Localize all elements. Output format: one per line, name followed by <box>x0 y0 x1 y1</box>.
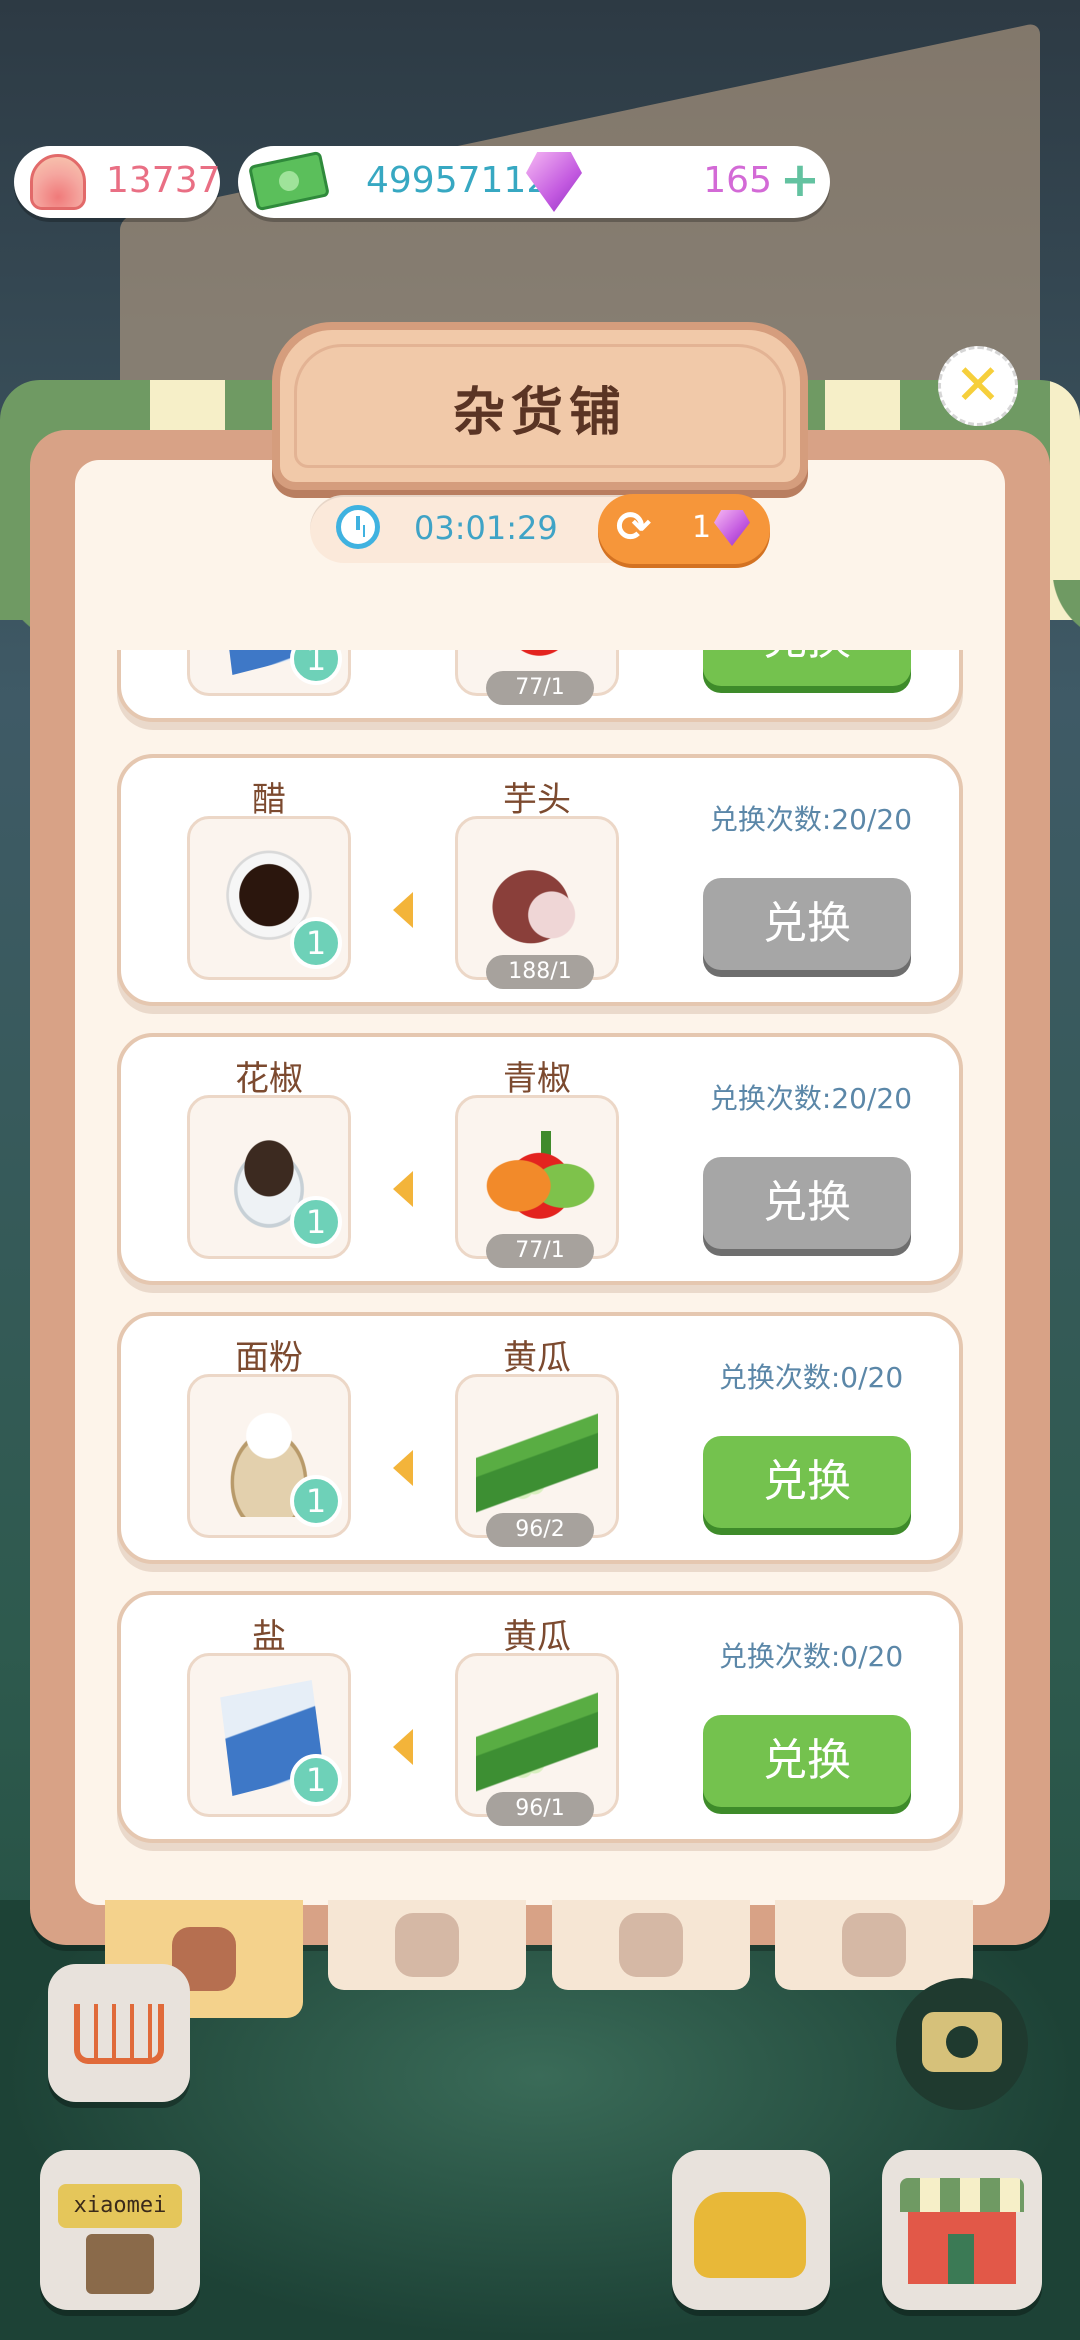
shopping-cart-button[interactable] <box>48 1964 190 2102</box>
shop-title: 杂货铺 <box>452 382 627 443</box>
trade-card: 面粉 黄瓜 1 96/2 兑换次数:0/20 兑换 <box>117 1312 963 1564</box>
stock-tag: 77/1 <box>486 671 594 705</box>
home-icon <box>86 2234 154 2294</box>
grain-sack-icon <box>619 1913 683 1977</box>
exchange-button[interactable]: 兑换 <box>703 878 911 970</box>
arrow-left-icon <box>393 1729 413 1765</box>
trade-limit: 兑换次数:0/20 <box>718 1640 904 1673</box>
furniture-button[interactable] <box>672 2150 830 2310</box>
shell-currency-pill: 13737 <box>14 146 221 218</box>
shell-count: 13737 <box>106 160 221 201</box>
reward-item-name: 黄瓜 <box>503 1617 571 1657</box>
camera-icon <box>922 2012 1002 2072</box>
close-button[interactable]: ✕ <box>938 346 1018 426</box>
arrow-left-icon <box>393 1171 413 1207</box>
cost-item-slot[interactable]: 1 <box>187 1374 351 1538</box>
trade-card: 1 77/1 兑换 <box>117 650 963 722</box>
store-awning <box>900 2178 1024 2212</box>
reward-item-slot[interactable]: 188/1 <box>455 816 619 989</box>
bell-pepper-icon <box>476 1122 598 1238</box>
store-button[interactable] <box>882 2150 1042 2310</box>
reward-item-slot[interactable]: 96/1 <box>455 1653 619 1826</box>
quantity-badge: 1 <box>290 917 342 969</box>
trade-card: 花椒 青椒 1 77/1 兑换次数:20/20 兑换 <box>117 1033 963 1285</box>
exchange-button[interactable]: 兑换 <box>703 1436 911 1528</box>
add-gems-button[interactable]: + <box>778 156 822 204</box>
close-icon: ✕ <box>954 353 1002 418</box>
sofa-icon <box>694 2192 806 2278</box>
cost-item-slot[interactable]: 1 <box>187 816 351 980</box>
shell-icon <box>30 154 86 210</box>
home-button[interactable]: xiaomei <box>40 2150 200 2310</box>
arrow-left-icon <box>393 892 413 928</box>
exchange-button[interactable]: 兑换 <box>703 1157 911 1249</box>
reward-item-slot[interactable]: 77/1 <box>455 1095 619 1268</box>
taro-icon <box>476 843 598 959</box>
reward-item-slot[interactable]: 96/2 <box>455 1374 619 1547</box>
reward-item-name: 青椒 <box>503 1059 571 1099</box>
cucumber-icon <box>476 1680 598 1796</box>
trade-card: 醋 芋头 1 188/1 兑换次数:20/20 兑换 <box>117 754 963 1006</box>
meat-icon <box>395 1913 459 1977</box>
cost-item-name: 醋 <box>252 780 286 820</box>
cost-item-name: 花椒 <box>235 1059 303 1099</box>
tab-grains[interactable] <box>552 1900 750 1990</box>
timer-text: 03:01:29 <box>414 509 558 547</box>
money-gem-pill: 49957112 165 + <box>238 146 830 218</box>
trade-limit: 兑换次数:20/20 <box>709 1082 913 1115</box>
exchange-button[interactable]: 兑换 <box>703 1715 911 1807</box>
cost-item-name: 面粉 <box>235 1338 303 1378</box>
refresh-button[interactable]: ⟳ 1 <box>598 494 770 564</box>
pot-icon <box>842 1913 906 1977</box>
store-icon <box>908 2212 1016 2284</box>
tab-cookware[interactable] <box>775 1900 973 1990</box>
cash-icon <box>248 150 330 212</box>
quantity-badge: 1 <box>290 1475 342 1527</box>
arrow-left-icon <box>393 1450 413 1486</box>
stock-tag: 96/1 <box>486 1792 594 1826</box>
shop-title-board: 杂货铺 <box>272 322 808 490</box>
reward-item-name: 芋头 <box>503 780 571 820</box>
money-count: 49957112 <box>366 160 550 201</box>
gem-icon <box>714 510 750 546</box>
quantity-badge: 1 <box>290 650 342 685</box>
cost-item-slot[interactable]: 1 <box>187 1653 351 1817</box>
exchange-button[interactable]: 兑换 <box>703 650 911 686</box>
cost-item-slot[interactable]: 1 <box>187 1095 351 1259</box>
tab-meat[interactable] <box>328 1900 526 1990</box>
stock-tag: 188/1 <box>486 955 594 989</box>
trade-limit: 兑换次数:20/20 <box>709 803 913 836</box>
home-sign: xiaomei <box>58 2184 182 2228</box>
refresh-icon: ⟳ <box>616 502 652 551</box>
quantity-badge: 1 <box>290 1196 342 1248</box>
gem-count: 165 <box>703 160 772 201</box>
reward-item-name: 黄瓜 <box>503 1338 571 1378</box>
stock-tag: 77/1 <box>486 1234 594 1268</box>
cost-item-name: 盐 <box>252 1617 286 1657</box>
trade-card: 盐 黄瓜 1 96/1 兑换次数:0/20 兑换 <box>117 1591 963 1843</box>
gem-icon <box>526 152 582 212</box>
quantity-badge: 1 <box>290 1754 342 1806</box>
stock-tag: 96/2 <box>486 1513 594 1547</box>
refresh-cost: 1 <box>692 510 712 545</box>
shopping-cart-icon <box>74 2004 164 2064</box>
cost-item-slot[interactable]: 1 <box>187 650 351 696</box>
cucumber-icon <box>476 1401 598 1517</box>
reward-item-slot[interactable]: 77/1 <box>455 650 619 705</box>
camera-button[interactable] <box>896 1978 1028 2110</box>
trade-limit: 兑换次数:0/20 <box>718 1361 904 1394</box>
alarm-clock-icon <box>336 505 380 549</box>
trade-list[interactable]: 1 77/1 兑换 醋 芋头 1 188/1 兑换次数:20/20 兑换 花椒 … <box>75 650 1005 1905</box>
